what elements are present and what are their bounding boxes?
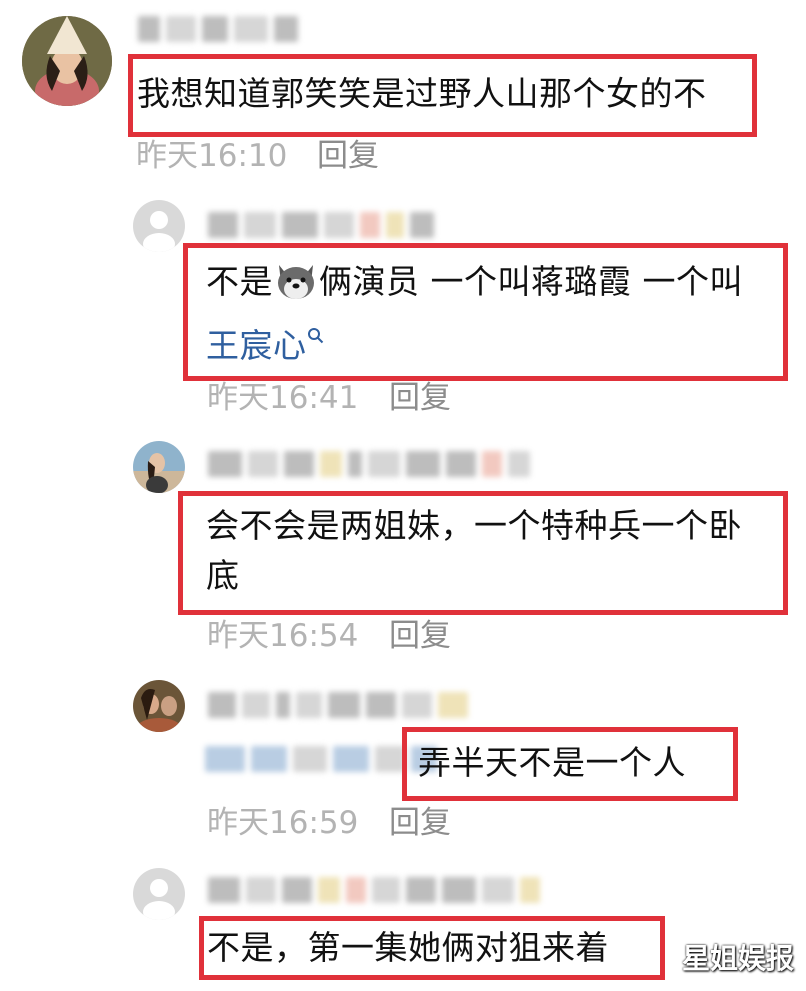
comment-text-part: 不是	[206, 262, 273, 301]
mention-link-line: 王宸心	[206, 308, 325, 372]
username-blurred	[208, 873, 540, 907]
reply-button[interactable]: 回复	[389, 610, 451, 655]
comment-text: 弄半天不是一个人	[418, 743, 686, 782]
comment-time: 昨天16:59	[207, 805, 359, 841]
username-blurred	[208, 688, 468, 722]
comment-time: 昨天16:10	[136, 138, 288, 174]
mention-link[interactable]: 王宸心	[206, 326, 307, 365]
comment-text: 不是，第一集她俩对狙来着	[207, 928, 609, 967]
avatar-user-4[interactable]	[133, 680, 185, 732]
username-blurred	[208, 447, 530, 481]
default-user-icon	[143, 879, 175, 920]
reply-button[interactable]: 回复	[389, 372, 451, 417]
comment-text-line-2: 底	[206, 556, 240, 595]
username-blurred	[208, 208, 434, 242]
avatar-user-2[interactable]	[133, 200, 185, 252]
username-blurred	[138, 12, 298, 46]
avatar-user-3[interactable]	[133, 441, 185, 493]
avatar-image	[22, 16, 112, 106]
comment-text-part: 俩演员 一个叫蒋璐霞 一个叫	[319, 262, 743, 301]
avatar-user-1[interactable]	[22, 16, 112, 106]
reply-button[interactable]: 回复	[317, 130, 379, 175]
search-icon[interactable]	[307, 308, 325, 344]
avatar-image	[133, 441, 185, 493]
watermark: 星姐娱报	[681, 942, 794, 975]
avatar-user-5[interactable]	[133, 868, 185, 920]
comment-time: 昨天16:54	[207, 618, 359, 654]
comment-time: 昨天16:41	[207, 380, 359, 416]
default-user-icon	[143, 211, 175, 252]
avatar-image	[133, 680, 185, 732]
comment-text: 不是 俩演员 一个叫蒋璐霞 一个叫	[206, 256, 743, 308]
reply-button[interactable]: 回复	[389, 797, 451, 842]
comment-text-line-1: 会不会是两姐妹，一个特种兵一个卧	[206, 506, 742, 545]
comment-text: 我想知道郭笑笑是过野人山那个女的不	[137, 74, 707, 113]
dog-face-emoji-icon	[273, 261, 319, 301]
